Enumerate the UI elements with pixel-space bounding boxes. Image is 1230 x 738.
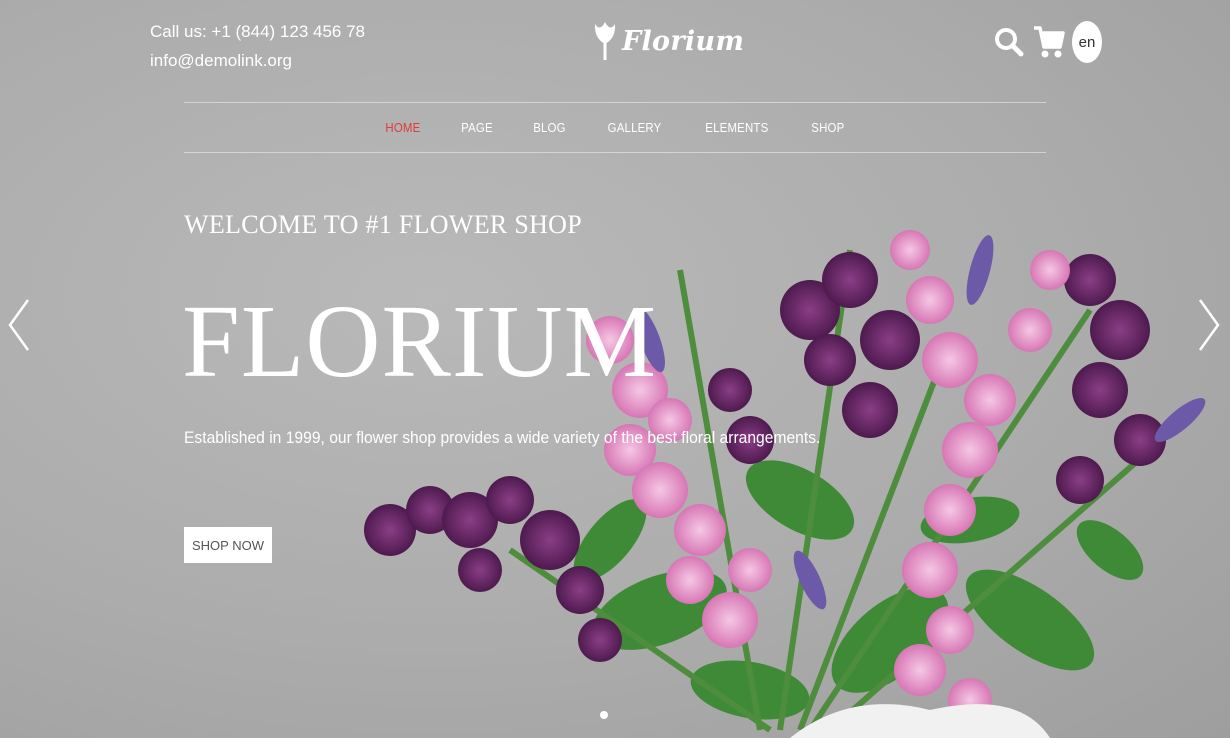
- slider-dot[interactable]: [600, 711, 608, 719]
- slider-pagination: [600, 711, 608, 719]
- email-link[interactable]: info@demolink.org: [150, 46, 365, 75]
- nav-item-elements[interactable]: ELEMENTS: [706, 120, 769, 135]
- search-button[interactable]: [992, 20, 1026, 64]
- chevron-left-icon[interactable]: [4, 296, 34, 354]
- hero-slider: Call us: +1 (844) 123 456 78 info@demoli…: [0, 0, 1230, 738]
- language-switcher[interactable]: en: [1072, 21, 1102, 63]
- nav-item-home[interactable]: HOME: [386, 120, 421, 135]
- site-logo[interactable]: Florium: [592, 20, 744, 62]
- tulip-logo-icon: [594, 22, 616, 60]
- nav-item-blog[interactable]: BLOG: [533, 120, 566, 135]
- cart-icon: [1034, 26, 1065, 58]
- header-actions: en: [992, 20, 1102, 64]
- cart-button[interactable]: [1032, 20, 1066, 64]
- flower-bouquet-image: [364, 230, 1206, 738]
- hero-subtitle: WELCOME TO #1 FLOWER SHOP: [184, 210, 582, 239]
- hero-description: Established in 1999, our flower shop pro…: [184, 428, 821, 447]
- nav-item-page[interactable]: PAGE: [461, 120, 493, 135]
- nav-item-shop[interactable]: SHOP: [811, 120, 844, 135]
- main-nav: HOME PAGE BLOG GALLERY ELEMENTS SHOP: [184, 102, 1046, 153]
- nav-item-gallery[interactable]: GALLERY: [608, 120, 662, 135]
- chevron-right-icon[interactable]: [1194, 296, 1224, 354]
- phone-text[interactable]: Call us: +1 (844) 123 456 78: [150, 17, 365, 46]
- hero-headline: FLORIUM: [182, 284, 658, 399]
- logo-text: Florium: [622, 25, 745, 57]
- shop-now-button[interactable]: SHOP NOW: [184, 527, 272, 563]
- contact-info: Call us: +1 (844) 123 456 78 info@demoli…: [150, 17, 365, 75]
- search-icon: [995, 28, 1024, 57]
